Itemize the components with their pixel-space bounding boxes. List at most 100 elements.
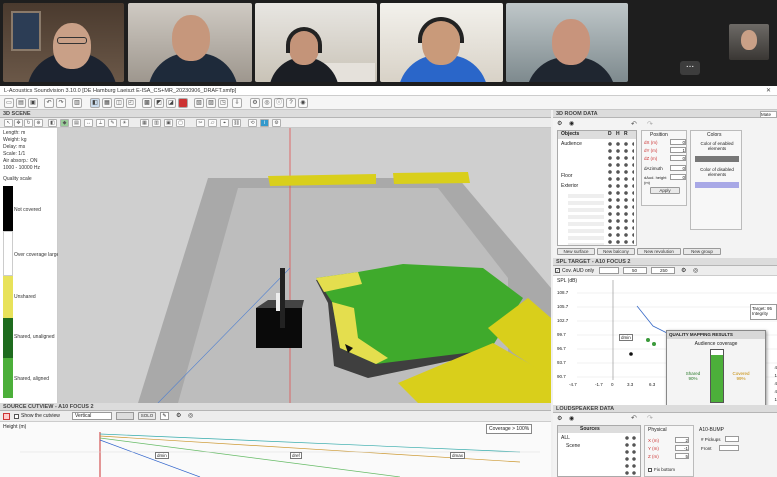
delay-icon[interactable]: ◪ — [166, 98, 176, 108]
speaker-icon[interactable]: ◧ — [90, 98, 100, 108]
tree-item-scene[interactable]: Scene — [566, 443, 580, 449]
disabled-color-swatch[interactable] — [695, 182, 739, 188]
measure-icon[interactable]: ✎ — [108, 119, 117, 127]
axis-icon[interactable]: ⟂ — [96, 119, 105, 127]
solo-button[interactable]: SOLO — [138, 412, 156, 420]
fix-bottom-checkbox[interactable] — [648, 468, 652, 472]
new-balcony-button[interactable]: New balcony — [597, 248, 635, 255]
view-top-icon[interactable]: ▤ — [72, 119, 81, 127]
tree-item-exterior[interactable]: Exterior — [561, 183, 578, 189]
plane-icon[interactable]: ▱ — [208, 119, 217, 127]
mat-tab[interactable]: Mate — [760, 111, 777, 118]
enabled-color-swatch[interactable] — [695, 156, 739, 162]
dy-input[interactable]: 1 — [670, 147, 686, 153]
azimuth-input[interactable]: 0 — [670, 165, 686, 171]
tree-item-floor[interactable]: Floor — [561, 173, 572, 179]
edit-icon[interactable]: ✎ — [160, 412, 169, 420]
undo-icon[interactable]: ↶ — [631, 414, 637, 422]
tree-item-audience[interactable]: Audience — [561, 141, 582, 147]
tree-item-all[interactable]: ALL — [561, 435, 570, 441]
redo-icon[interactable]: ↷ — [647, 120, 657, 128]
sources-tree[interactable]: Sources ALL Scene — [557, 425, 641, 477]
transparency-icon[interactable]: ▢ — [176, 119, 185, 127]
participant-tile-2[interactable] — [128, 3, 252, 82]
aud-height-input[interactable]: 0 — [670, 174, 686, 180]
show-cutview-checkbox[interactable] — [14, 414, 19, 419]
cut-icon[interactable]: ✂ — [196, 119, 205, 127]
mapping-icon[interactable]: ▩ — [142, 98, 152, 108]
dx-input[interactable]: 0 — [670, 139, 686, 145]
undo-icon[interactable]: ↶ — [44, 98, 54, 108]
zoom-icon[interactable]: ⊕ — [34, 119, 43, 127]
array-icon[interactable]: ▦ — [102, 98, 112, 108]
camera-icon[interactable]: ◉ — [569, 120, 579, 128]
new-surface-button[interactable]: New surface — [557, 248, 595, 255]
new-group-button[interactable]: New group — [683, 248, 721, 255]
y-input[interactable]: -1 — [675, 445, 689, 451]
camera-icon[interactable]: ◉ — [298, 98, 308, 108]
camera-icon[interactable]: ◉ — [569, 415, 574, 422]
settings-icon[interactable]: ◎ — [188, 412, 197, 420]
move-icon[interactable]: ✥ — [14, 119, 23, 127]
gear-icon[interactable]: ⚙ — [557, 415, 562, 422]
room-icon[interactable]: ◰ — [126, 98, 136, 108]
open-folder-icon[interactable]: ▤ — [16, 98, 26, 108]
record-icon[interactable] — [178, 98, 188, 108]
undo-icon[interactable]: ↶ — [631, 120, 641, 128]
reset-icon[interactable]: ⟲ — [248, 119, 257, 127]
light-icon[interactable]: ☀ — [120, 119, 129, 127]
x-input[interactable]: 2 — [675, 437, 689, 443]
participant-tile-5[interactable] — [506, 3, 628, 82]
participant-tile-1[interactable] — [3, 3, 124, 82]
cutview-mode-select[interactable]: Vertical — [72, 412, 112, 420]
info-icon[interactable]: ⓘ — [274, 98, 284, 108]
export-icon[interactable]: ⇩ — [232, 98, 242, 108]
grid-view-icon[interactable]: ▦ — [140, 119, 149, 127]
view-front-icon[interactable]: ◧ — [48, 119, 57, 127]
link-icon[interactable]: ⛓ — [232, 119, 241, 127]
source-visibility-dots[interactable] — [624, 435, 638, 477]
gear-icon[interactable]: ⚙ — [272, 119, 281, 127]
solid-icon[interactable]: ▣ — [164, 119, 173, 127]
gear-icon[interactable]: ⚙ — [176, 412, 185, 420]
visibility-dots[interactable] — [606, 141, 634, 245]
gear-icon[interactable]: ⚙ — [557, 120, 567, 128]
view-3d-icon[interactable]: ◆ — [60, 119, 69, 127]
close-icon[interactable]: ✕ — [766, 87, 774, 95]
cutview-plot[interactable]: Height (m) Coverage > 100% dmin dref dma… — [0, 422, 551, 477]
grid-icon[interactable]: ▨ — [206, 98, 216, 108]
new-revolution-button[interactable]: New revolution — [637, 248, 681, 255]
redo-icon[interactable]: ↷ — [647, 414, 653, 422]
layout-icon[interactable]: ▧ — [194, 98, 204, 108]
select-icon[interactable]: ↖ — [4, 119, 13, 127]
spl-icon[interactable]: ◩ — [154, 98, 164, 108]
sub-icon[interactable]: ◫ — [114, 98, 124, 108]
participant-tile-3[interactable] — [255, 3, 377, 82]
participant-tile-6[interactable] — [729, 24, 769, 60]
new-file-icon[interactable]: ▭ — [4, 98, 14, 108]
rotate-icon[interactable]: ↻ — [24, 119, 33, 127]
redo-icon[interactable]: ↷ — [56, 98, 66, 108]
settings-icon[interactable]: ⚙ — [250, 98, 260, 108]
front-select[interactable] — [719, 445, 739, 451]
save-icon[interactable]: ▣ — [28, 98, 38, 108]
z-input[interactable]: 5 — [675, 453, 689, 459]
pin-icon[interactable]: ⌖ — [220, 119, 229, 127]
right-value: 1 — [774, 373, 777, 378]
help-icon[interactable]: ? — [286, 98, 296, 108]
participant-tile-4[interactable] — [380, 3, 503, 82]
3d-viewport[interactable] — [58, 128, 551, 403]
view-side-icon[interactable]: ↔ — [84, 119, 93, 127]
target-icon[interactable]: ◎ — [262, 98, 272, 108]
cutview-icon[interactable] — [3, 413, 10, 420]
objects-tree[interactable]: Objects D H R Audience Floor Exterior — [557, 130, 637, 246]
view-icon[interactable]: ◳ — [218, 98, 228, 108]
pickups-input[interactable] — [725, 436, 739, 442]
print-icon[interactable]: ▥ — [72, 98, 82, 108]
mode-extra-field[interactable] — [116, 412, 134, 420]
dz-input[interactable]: 0 — [670, 155, 686, 161]
wire-icon[interactable]: ▥ — [152, 119, 161, 127]
more-participants-button[interactable]: ... — [680, 60, 700, 75]
info-scene-icon[interactable]: i — [260, 119, 269, 127]
apply-button[interactable]: Apply — [650, 187, 680, 194]
